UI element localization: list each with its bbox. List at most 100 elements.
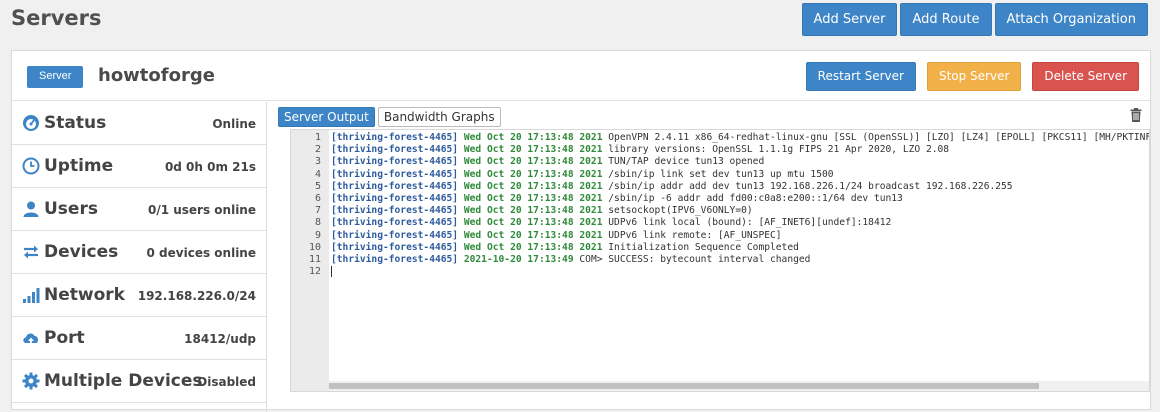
log-tag: [thriving-forest-4465] bbox=[331, 241, 459, 253]
log-line-empty bbox=[331, 266, 1149, 278]
dashboard-icon bbox=[23, 115, 39, 131]
stop-server-button[interactable]: Stop Server bbox=[926, 62, 1022, 91]
log-line: [thriving-forest-4465] Wed Oct 20 17:13:… bbox=[331, 242, 1149, 254]
tab-bandwidth-graphs[interactable]: Bandwidth Graphs bbox=[377, 107, 501, 127]
clock-icon bbox=[22, 157, 40, 175]
tab-server-output[interactable]: Server Output bbox=[278, 107, 375, 127]
log-line: [thriving-forest-4465] Wed Oct 20 17:13:… bbox=[331, 205, 1149, 217]
attach-organization-button[interactable]: Attach Organization bbox=[994, 3, 1148, 36]
log-tag: [thriving-forest-4465] bbox=[331, 217, 459, 229]
log-line: [thriving-forest-4465] Wed Oct 20 17:13:… bbox=[331, 181, 1149, 193]
horizontal-scrollbar[interactable] bbox=[329, 381, 1149, 391]
stat-row-multiple-devices: Multiple Devices Disabled bbox=[12, 360, 266, 403]
restart-server-button[interactable]: Restart Server bbox=[805, 62, 916, 91]
log-message: /sbin/ip addr add dev tun13 192.168.226.… bbox=[608, 180, 1013, 192]
line-number: 12 bbox=[308, 266, 321, 278]
stat-value: 192.168.226.0/24 bbox=[137, 289, 256, 303]
log-timestamp: Wed Oct 20 17:13:48 2021 bbox=[463, 241, 603, 253]
log-line: [thriving-forest-4465] Wed Oct 20 17:13:… bbox=[331, 230, 1149, 242]
stat-label: Devices bbox=[44, 242, 119, 262]
log-tag: [thriving-forest-4465] bbox=[331, 253, 459, 265]
user-icon bbox=[23, 201, 39, 217]
stat-value: 0d 0h 0m 21s bbox=[164, 160, 256, 174]
log-tag: [thriving-forest-4465] bbox=[331, 168, 459, 180]
log-editor[interactable]: 1 2 3 4 5 6 7 8 9 10 11 12 [thriving-forest-4465] W… bbox=[290, 129, 1150, 392]
line-number: 1 bbox=[314, 132, 321, 143]
stat-value: 18412/udp bbox=[184, 332, 256, 346]
log-message: UDPv6 link remote: [AF_UNSPEC] bbox=[608, 229, 782, 241]
log-tag: [thriving-forest-4465] bbox=[331, 156, 459, 168]
log-timestamp: Wed Oct 20 17:13:48 2021 bbox=[463, 180, 603, 192]
server-stats: Status Online Uptime 0d 0h 0m 21s Users … bbox=[12, 102, 267, 412]
log-line: [thriving-forest-4465] Wed Oct 20 17:13:… bbox=[331, 169, 1149, 181]
log-timestamp: Wed Oct 20 17:13:48 2021 bbox=[463, 156, 603, 168]
output-area: Server Output Bandwidth Graphs 123456789… bbox=[278, 102, 1150, 412]
stat-label: Users bbox=[44, 199, 98, 219]
log-line: [thriving-forest-4465] Wed Oct 20 17:13:… bbox=[331, 132, 1149, 144]
cloud-upload-icon bbox=[23, 333, 39, 346]
server-actions: Restart Server Stop Server Delete Server bbox=[805, 62, 1139, 91]
line-number: 6 bbox=[314, 192, 321, 204]
page-title: Servers bbox=[11, 6, 102, 30]
server-label-badge: Server bbox=[27, 66, 84, 88]
line-number: 8 bbox=[314, 217, 321, 229]
stat-label: Port bbox=[44, 328, 85, 348]
scrollbar-thumb[interactable] bbox=[329, 383, 1039, 389]
stat-label: Network bbox=[44, 285, 125, 305]
log-timestamp: 2021-10-20 17:13:49 bbox=[463, 253, 574, 265]
stat-row-status: Status Online bbox=[12, 102, 266, 145]
log-tag: [thriving-forest-4465] bbox=[331, 192, 459, 204]
log-tag: [thriving-forest-4465] bbox=[331, 205, 459, 217]
delete-server-button[interactable]: Delete Server bbox=[1032, 62, 1139, 91]
stat-label: Status bbox=[44, 113, 107, 133]
server-panel: Server howtoforge Restart Server Stop Se… bbox=[11, 50, 1151, 412]
top-actions: Add Server Add Route Attach Organization bbox=[801, 3, 1148, 36]
line-number: 4 bbox=[314, 168, 321, 180]
stat-row-devices: Devices 0 devices online bbox=[12, 231, 266, 274]
line-number: 10 bbox=[308, 241, 321, 253]
log-message: /sbin/ip -6 addr add fd00:c0a8:e200::1/6… bbox=[608, 192, 903, 204]
stat-value: Disabled bbox=[197, 375, 256, 389]
add-server-button[interactable]: Add Server bbox=[801, 3, 898, 36]
log-message: setsockopt(IPV6_V6ONLY=0) bbox=[608, 205, 753, 217]
log-message: UDPv6 link local (bound): [AF_INET6][und… bbox=[608, 217, 892, 229]
text-cursor bbox=[331, 266, 332, 278]
log-lines[interactable]: [thriving-forest-4465] Wed Oct 20 17:13:… bbox=[331, 130, 1149, 377]
log-message: /sbin/ip link set dev tun13 up mtu 1500 bbox=[608, 168, 834, 180]
log-message: TUN/TAP device tun13 opened bbox=[608, 156, 765, 168]
log-tag: [thriving-forest-4465] bbox=[331, 132, 459, 143]
log-timestamp: Wed Oct 20 17:13:48 2021 bbox=[463, 205, 603, 217]
stat-row-port: Port 18412/udp bbox=[12, 317, 266, 360]
stat-value: 0/1 users online bbox=[147, 203, 256, 217]
log-line: [thriving-forest-4465] Wed Oct 20 17:13:… bbox=[331, 144, 1149, 156]
stat-value: 0 devices online bbox=[146, 246, 256, 260]
server-header: Server howtoforge Restart Server Stop Se… bbox=[12, 51, 1150, 101]
trash-icon[interactable] bbox=[1130, 108, 1142, 122]
signal-icon bbox=[23, 288, 40, 303]
line-number: 2 bbox=[314, 144, 321, 156]
line-number: 7 bbox=[314, 205, 321, 217]
line-number: 3 bbox=[314, 156, 321, 168]
output-tabs: Server Output Bandwidth Graphs bbox=[278, 107, 501, 127]
log-message: COM> SUCCESS: bytecount interval changed bbox=[579, 253, 811, 265]
stat-row-network: Network 192.168.226.0/24 bbox=[12, 274, 266, 317]
log-line: [thriving-forest-4465] 2021-10-20 17:13:… bbox=[331, 254, 1149, 266]
log-timestamp: Wed Oct 20 17:13:48 2021 bbox=[463, 217, 603, 229]
stat-row-uptime: Uptime 0d 0h 0m 21s bbox=[12, 145, 266, 188]
log-timestamp: Wed Oct 20 17:13:48 2021 bbox=[463, 132, 603, 143]
stat-label: Uptime bbox=[44, 156, 114, 176]
log-timestamp: Wed Oct 20 17:13:48 2021 bbox=[463, 192, 603, 204]
server-name: howtoforge bbox=[98, 65, 215, 86]
line-number-gutter: 1 2 3 4 5 6 7 8 9 10 11 12 bbox=[291, 130, 329, 391]
line-number: 5 bbox=[314, 180, 321, 192]
add-route-button[interactable]: Add Route bbox=[900, 3, 992, 36]
log-tag: [thriving-forest-4465] bbox=[331, 229, 459, 241]
line-number: 9 bbox=[314, 229, 321, 241]
log-tag: [thriving-forest-4465] bbox=[331, 180, 459, 192]
log-tag: [thriving-forest-4465] bbox=[331, 144, 459, 156]
log-timestamp: Wed Oct 20 17:13:48 2021 bbox=[463, 144, 603, 156]
stat-row-users: Users 0/1 users online bbox=[12, 188, 266, 231]
log-line: [thriving-forest-4465] Wed Oct 20 17:13:… bbox=[331, 156, 1149, 168]
exchange-icon bbox=[24, 245, 38, 259]
line-number: 11 bbox=[308, 253, 321, 265]
